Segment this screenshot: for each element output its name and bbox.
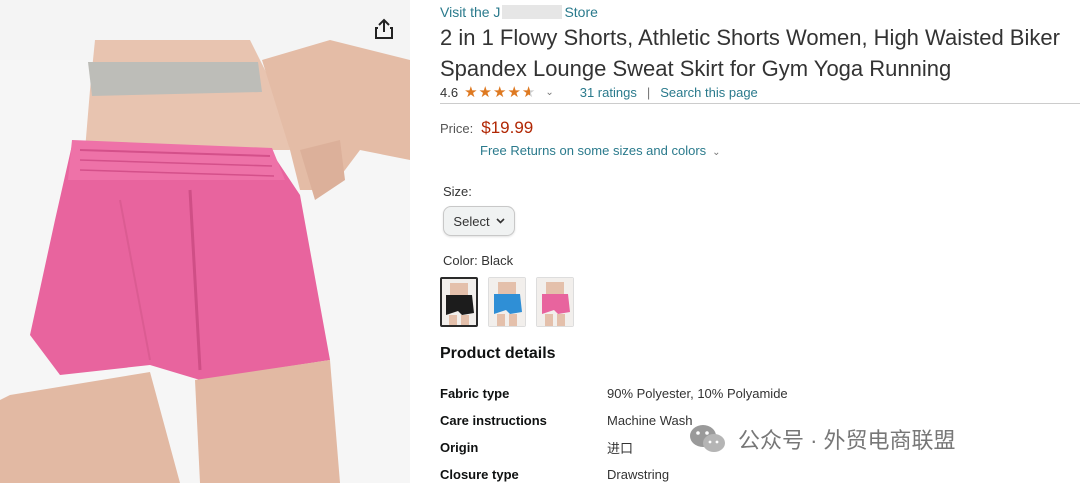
star-icon: ★ <box>464 84 478 101</box>
star-rating[interactable]: ★ ★ ★ ★ ★ <box>464 85 535 100</box>
wechat-icon <box>690 425 725 452</box>
product-image-panel <box>0 0 410 483</box>
watermark: 公众号 · 外贸电商联盟 <box>688 422 956 456</box>
free-returns-link[interactable]: Free Returns on some sizes and colors ⌄ <box>480 143 721 158</box>
divider <box>440 103 1080 104</box>
visit-store-link[interactable]: Visit the J Store <box>440 4 598 20</box>
product-details-heading: Product details <box>440 345 556 362</box>
detail-key: Origin <box>440 440 479 455</box>
store-prefix: Visit the J <box>440 4 501 20</box>
free-returns-text: Free Returns on some sizes and colors <box>480 143 707 158</box>
price-row: Price: $19.99 <box>440 118 533 138</box>
rating-value: 4.6 <box>440 85 459 100</box>
detail-key: Fabric type <box>440 386 510 401</box>
watermark-text: 公众号 · 外贸电商联盟 <box>738 428 956 453</box>
detail-row: Closure type Drawstring <box>440 461 1040 483</box>
ratings-count-link[interactable]: 31 ratings <box>580 85 637 100</box>
store-suffix: Store <box>564 4 598 20</box>
share-icon <box>375 18 393 39</box>
detail-value: Drawstring <box>607 467 670 482</box>
star-icon: ★ <box>478 84 492 101</box>
pink-shorts-thumbnail <box>537 278 573 326</box>
size-label: Size: <box>443 184 472 199</box>
product-title: 2 in 1 Flowy Shorts, Athletic Shorts Wom… <box>440 25 1060 81</box>
detail-key: Closure type <box>440 467 519 482</box>
color-swatch-black[interactable] <box>440 277 478 327</box>
price-label: Price: <box>440 121 474 136</box>
star-icon: ★ <box>507 84 521 101</box>
price-value: $19.99 <box>481 118 534 137</box>
rating-row: 4.6 ★ ★ ★ ★ ★ ⌄ 31 ratings | Search this… <box>440 85 758 100</box>
color-swatch-blue[interactable] <box>488 277 526 327</box>
separator: | <box>646 85 651 100</box>
redacted-store-name <box>502 5 563 19</box>
product-details-panel: Visit the J Store 2 in 1 Flowy Shorts, At… <box>440 0 1080 483</box>
color-swatches <box>440 277 574 327</box>
chevron-down-icon <box>495 218 505 224</box>
detail-value: Machine Wash <box>607 413 693 428</box>
star-icon: ★ <box>492 84 507 101</box>
black-shorts-thumbnail <box>442 279 476 325</box>
color-label: Color: Black <box>443 253 514 268</box>
detail-row: Fabric type 90% Polyester, 10% Polyamide <box>440 380 1040 407</box>
half-star-icon: ★ <box>521 84 536 101</box>
detail-value: 90% Polyester, 10% Polyamide <box>607 386 788 401</box>
detail-value: 进口 <box>607 441 634 456</box>
size-select-value: Select <box>453 213 490 229</box>
blue-shorts-thumbnail <box>489 278 525 326</box>
product-photo[interactable] <box>0 0 410 483</box>
color-swatch-pink[interactable] <box>536 277 574 327</box>
share-button[interactable] <box>370 14 398 44</box>
chevron-down-icon[interactable]: ⌄ <box>545 87 553 98</box>
search-page-link[interactable]: Search this page <box>660 85 758 100</box>
size-dropdown[interactable]: Select <box>443 206 515 236</box>
chevron-down-icon: ⌄ <box>712 147 721 158</box>
detail-key: Care instructions <box>440 413 547 428</box>
